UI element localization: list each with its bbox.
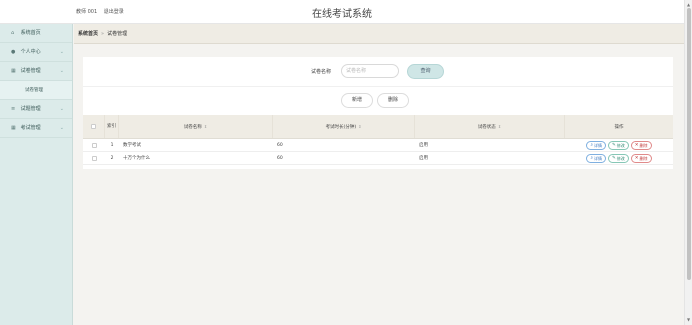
sidebar-item-label: 试卷管理 bbox=[20, 68, 41, 74]
table-row: 1 数学考试 60 启用 ⌕ 详情 ✎ 修改 ✕ 删除 bbox=[83, 139, 673, 152]
sidebar-item-label: 试卷管理 bbox=[25, 88, 43, 93]
sort-icon[interactable]: ⇕ bbox=[204, 124, 207, 129]
breadcrumb-current: 试卷管理 bbox=[107, 31, 128, 37]
column-header-ops: 操作 bbox=[614, 124, 624, 130]
top-bar: 教师 001 退出登录 在线考试系统 bbox=[0, 0, 684, 24]
sort-icon[interactable]: ⇕ bbox=[498, 124, 501, 129]
user-icon: ● bbox=[11, 49, 16, 55]
row-time: 60 bbox=[277, 142, 283, 148]
row-status: 启用 bbox=[419, 156, 428, 161]
sidebar-item-exam-mgmt[interactable]: ▦ 考试管理 ⌄ bbox=[0, 119, 72, 138]
table-row: 2 十万个为什么 60 启用 ⌕ 详情 ✎ 修改 ✕ 删除 bbox=[83, 152, 673, 165]
sidebar-item-label: 试题管理 bbox=[20, 106, 41, 112]
scrollbar-thumb[interactable] bbox=[687, 8, 691, 280]
row-name: 十万个为什么 bbox=[123, 156, 150, 161]
column-header-name[interactable]: 试卷名称 ⇕ bbox=[119, 115, 273, 138]
column-header-time[interactable]: 考试时长(分钟) ⇕ bbox=[273, 115, 415, 138]
add-button[interactable]: 新增 bbox=[341, 93, 373, 108]
breadcrumb-home[interactable]: 系统首页 bbox=[78, 31, 98, 37]
row-actions: ⌕ 详情 ✎ 修改 ✕ 删除 bbox=[565, 139, 673, 151]
sidebar-item-label: 个人中心 bbox=[20, 49, 41, 55]
chevron-down-icon: ⌄ bbox=[59, 49, 64, 55]
pencil-icon: ✎ bbox=[611, 155, 616, 161]
column-header-index: 索引 bbox=[105, 115, 119, 138]
row-index: 2 bbox=[110, 155, 114, 161]
action-row: 新增 删除 bbox=[83, 93, 673, 109]
row-delete-button[interactable]: ✕ 删除 bbox=[630, 153, 652, 163]
sidebar-item-question-mgmt[interactable]: ≡ 试题管理 ⌄ bbox=[0, 100, 72, 119]
scroll-up-arrow-icon[interactable]: ▲ bbox=[687, 2, 690, 7]
select-all-checkbox[interactable] bbox=[83, 115, 105, 138]
row-checkbox[interactable] bbox=[83, 152, 105, 164]
row-actions: ⌕ 详情 ✎ 修改 ✕ 删除 bbox=[565, 152, 673, 164]
table-header: 索引 试卷名称 ⇕ 考试时长(分钟) ⇕ 试卷状态 ⇕ 操作 bbox=[83, 115, 673, 139]
row-status: 启用 bbox=[419, 143, 428, 148]
grid-icon: ▦ bbox=[11, 125, 16, 131]
query-button[interactable]: 查询 bbox=[407, 64, 444, 79]
paper-table: 索引 试卷名称 ⇕ 考试时长(分钟) ⇕ 试卷状态 ⇕ 操作 1 数学考试 60 启用… bbox=[83, 115, 673, 165]
sidebar-item-label: 系统首页 bbox=[20, 30, 41, 36]
chevron-down-icon: ⌄ bbox=[59, 106, 64, 112]
row-name: 数学考试 bbox=[123, 143, 141, 148]
column-header-status[interactable]: 试卷状态 ⇕ bbox=[415, 115, 565, 138]
app-title: 在线考试系统 bbox=[312, 9, 372, 20]
sidebar-item-profile[interactable]: ● 个人中心 ⌄ bbox=[0, 43, 72, 62]
sidebar: ⌂ 系统首页 ● 个人中心 ⌄ ▦ 试卷管理 ⌄ 试卷管理 ≡ 试题管理 ⌄ ▦… bbox=[0, 24, 73, 325]
content-panel: 试卷名称 查询 新增 删除 索引 试卷名称⇕ 考试时长(分钟)⇕ 试卷状态⇕ 操… bbox=[83, 57, 673, 169]
grid-icon: ▦ bbox=[11, 68, 16, 74]
search-input[interactable] bbox=[341, 64, 399, 78]
sidebar-item-home[interactable]: ⌂ 系统首页 bbox=[0, 24, 72, 43]
breadcrumb-bar: 系统首页» 试卷管理 bbox=[74, 24, 684, 44]
divider bbox=[83, 86, 673, 87]
search-icon: ⌕ bbox=[590, 142, 593, 148]
sort-icon[interactable]: ⇕ bbox=[358, 124, 361, 129]
row-index: 1 bbox=[110, 142, 114, 148]
sidebar-item-label: 考试管理 bbox=[20, 125, 41, 131]
breadcrumb-separator: » bbox=[101, 31, 105, 37]
chevron-down-icon: ⌄ bbox=[59, 68, 64, 74]
edit-button[interactable]: ✎ 修改 bbox=[607, 153, 629, 163]
search-row: 试卷名称 查询 bbox=[83, 64, 673, 80]
row-checkbox[interactable] bbox=[83, 139, 105, 151]
detail-button[interactable]: ⌕ 详情 bbox=[586, 140, 606, 150]
search-icon: ⌕ bbox=[590, 155, 593, 161]
chevron-down-icon: ⌄ bbox=[59, 125, 64, 131]
close-icon: ✕ bbox=[634, 155, 639, 161]
home-icon: ⌂ bbox=[11, 30, 15, 36]
row-delete-button[interactable]: ✕ 删除 bbox=[630, 140, 652, 150]
search-label: 试卷名称 bbox=[311, 69, 332, 75]
scroll-down-arrow-icon[interactable]: ▼ bbox=[687, 317, 690, 322]
edit-button[interactable]: ✎ 修改 bbox=[607, 140, 629, 150]
breadcrumb: 系统首页» 试卷管理 bbox=[78, 30, 127, 37]
row-time: 60 bbox=[277, 155, 283, 161]
sidebar-item-paper-mgmt[interactable]: ▦ 试卷管理 ⌄ bbox=[0, 62, 72, 81]
sidebar-subitem-paper-mgmt[interactable]: 试卷管理 bbox=[0, 81, 72, 100]
page-scrollbar[interactable]: ▲ ▼ bbox=[684, 0, 692, 325]
close-icon: ✕ bbox=[634, 142, 639, 148]
delete-button[interactable]: 删除 bbox=[377, 93, 409, 108]
pencil-icon: ✎ bbox=[611, 142, 616, 148]
detail-button[interactable]: ⌕ 详情 bbox=[586, 153, 606, 163]
list-icon: ≡ bbox=[11, 106, 16, 112]
